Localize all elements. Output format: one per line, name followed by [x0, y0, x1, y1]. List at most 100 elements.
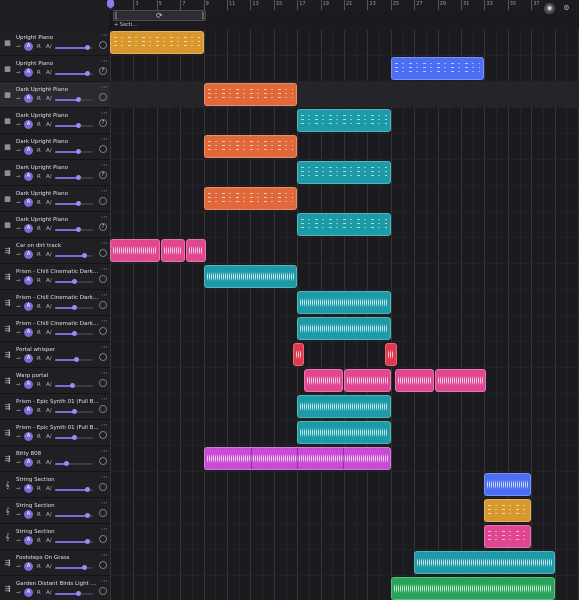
track-lane[interactable]	[110, 264, 579, 290]
track-header[interactable]: ⇶ Portal whisper ⋯ ⊸ A R A/	[0, 342, 110, 368]
instrument-avatar-icon[interactable]: A	[24, 406, 33, 415]
volume-knob[interactable]	[81, 253, 87, 258]
more-options-icon[interactable]: ⋯	[101, 551, 108, 559]
loop-start-handle[interactable]: [	[115, 12, 118, 20]
monitor-icon[interactable]: ⊸	[16, 434, 21, 441]
clip-midi[interactable]	[203, 187, 298, 210]
automation-button[interactable]: A/	[46, 460, 52, 467]
loop-end-handle[interactable]: ]	[201, 12, 204, 20]
volume-slider[interactable]	[55, 175, 93, 180]
instrument-avatar-icon[interactable]: A	[24, 588, 33, 597]
track-name[interactable]: Car on dirt track	[16, 242, 100, 250]
more-options-icon[interactable]: ⋯	[101, 343, 108, 351]
track-header[interactable]: ▦ Dark Upright Piano ⋯ ⊸ A R A/	[0, 82, 110, 108]
instrument-avatar-icon[interactable]: A	[24, 94, 33, 103]
clip-midi[interactable]	[203, 135, 298, 158]
volume-knob[interactable]	[75, 201, 81, 206]
track-name[interactable]: Bitty 808	[16, 450, 100, 458]
track-name[interactable]: Footsteps On Grass	[16, 554, 100, 562]
automation-button[interactable]: A/	[46, 44, 52, 51]
track-name[interactable]: Dark Upright Piano	[16, 216, 100, 224]
clip-audio[interactable]	[297, 291, 391, 314]
instrument-avatar-icon[interactable]: A	[24, 42, 33, 51]
automation-button[interactable]: A/	[46, 304, 52, 311]
pan-knob[interactable]	[99, 197, 107, 205]
clip-audio[interactable]	[297, 421, 391, 444]
clip-midi[interactable]	[390, 57, 485, 80]
track-lane[interactable]	[110, 134, 579, 160]
record-arm-button[interactable]: R	[37, 304, 41, 311]
record-arm-button[interactable]: R	[37, 590, 41, 597]
record-arm-button[interactable]: R	[37, 200, 41, 207]
more-options-icon[interactable]: ⋯	[101, 369, 108, 377]
pan-knob[interactable]	[99, 249, 107, 257]
instrument-avatar-icon[interactable]: A	[24, 198, 33, 207]
volume-knob[interactable]	[75, 97, 81, 102]
automation-button[interactable]: A/	[46, 486, 52, 493]
volume-slider[interactable]	[55, 123, 93, 128]
track-name[interactable]: Dark Upright Piano	[16, 190, 100, 198]
automation-button[interactable]: A/	[46, 538, 52, 545]
pan-knob[interactable]	[99, 509, 107, 517]
track-name[interactable]: String Section	[16, 476, 100, 484]
more-options-icon[interactable]: ⋯	[101, 291, 108, 299]
monitor-icon[interactable]: ⊸	[16, 226, 21, 233]
clip-audio[interactable]	[384, 343, 397, 366]
pan-knob[interactable]	[99, 535, 107, 543]
more-options-icon[interactable]: ⋯	[101, 395, 108, 403]
pan-knob[interactable]: ?	[99, 171, 107, 179]
track-header[interactable]: ▦ Dark Upright Piano ⋯ ⊸ A R A/	[0, 134, 110, 160]
track-header[interactable]: ⇶ Warp portal ⋯ ⊸ A R A/	[0, 368, 110, 394]
more-options-icon[interactable]: ⋯	[101, 265, 108, 273]
track-name[interactable]: Dark Upright Piano	[16, 164, 100, 172]
timeline-ruler[interactable]: 135791113151719212325272931333537	[110, 0, 579, 10]
instrument-avatar-icon[interactable]: A	[24, 146, 33, 155]
record-arm-button[interactable]: R	[37, 278, 41, 285]
monitor-icon[interactable]: ⊸	[16, 486, 21, 493]
record-arm-button[interactable]: R	[37, 460, 41, 467]
volume-slider[interactable]	[55, 305, 93, 310]
track-name[interactable]: Portal whisper	[16, 346, 100, 354]
gear-icon[interactable]: ⚙	[561, 3, 572, 14]
clip-audio[interactable]	[414, 551, 555, 574]
track-header[interactable]: ⇶ Prism - Chill Cinematic Dark (Full Beat…	[0, 316, 110, 342]
record-arm-button[interactable]: R	[37, 434, 41, 441]
volume-knob[interactable]	[85, 71, 91, 76]
volume-knob[interactable]	[85, 539, 91, 544]
track-name[interactable]: Upright Piano	[16, 34, 100, 42]
monitor-icon[interactable]: ⊸	[16, 408, 21, 415]
add-section-button[interactable]: + Secti...	[112, 21, 139, 30]
volume-knob[interactable]	[72, 435, 77, 440]
record-arm-button[interactable]: R	[37, 174, 41, 181]
clip-audio[interactable]	[344, 369, 391, 392]
automation-button[interactable]: A/	[46, 70, 52, 77]
instrument-avatar-icon[interactable]: A	[24, 302, 33, 311]
more-options-icon[interactable]: ⋯	[101, 525, 108, 533]
volume-knob[interactable]	[72, 305, 77, 310]
volume-knob[interactable]	[64, 461, 70, 466]
more-options-icon[interactable]: ⋯	[101, 135, 108, 143]
loop-region[interactable]: [ ⟳ ]	[113, 10, 206, 21]
track-lane[interactable]	[110, 186, 579, 212]
automation-button[interactable]: A/	[46, 564, 52, 571]
volume-knob[interactable]	[72, 331, 77, 336]
track-name[interactable]: String Section	[16, 502, 100, 510]
automation-button[interactable]: A/	[46, 174, 52, 181]
track-header[interactable]: ⇶ Bitty 808 ⋯ ⊸ A R A/	[0, 446, 110, 472]
monitor-icon[interactable]: ⊸	[16, 122, 21, 129]
more-options-icon[interactable]: ⋯	[101, 187, 108, 195]
track-header[interactable]: ▦ Upright Piano ⋯ ⊸ A R A/	[0, 30, 110, 56]
more-options-icon[interactable]: ⋯	[101, 213, 108, 221]
volume-slider[interactable]	[55, 383, 93, 388]
record-arm-button[interactable]: R	[37, 408, 41, 415]
record-arm-button[interactable]: R	[37, 538, 41, 545]
record-arm-button[interactable]: R	[37, 252, 41, 259]
monitor-icon[interactable]: ⊸	[16, 330, 21, 337]
pan-knob[interactable]: ?	[99, 119, 107, 127]
volume-slider[interactable]	[55, 253, 93, 258]
automation-button[interactable]: A/	[46, 330, 52, 337]
volume-slider[interactable]	[55, 45, 93, 50]
clip-midi[interactable]	[484, 525, 532, 548]
clip-midi[interactable]	[297, 109, 391, 132]
monitor-icon[interactable]: ⊸	[16, 200, 21, 207]
